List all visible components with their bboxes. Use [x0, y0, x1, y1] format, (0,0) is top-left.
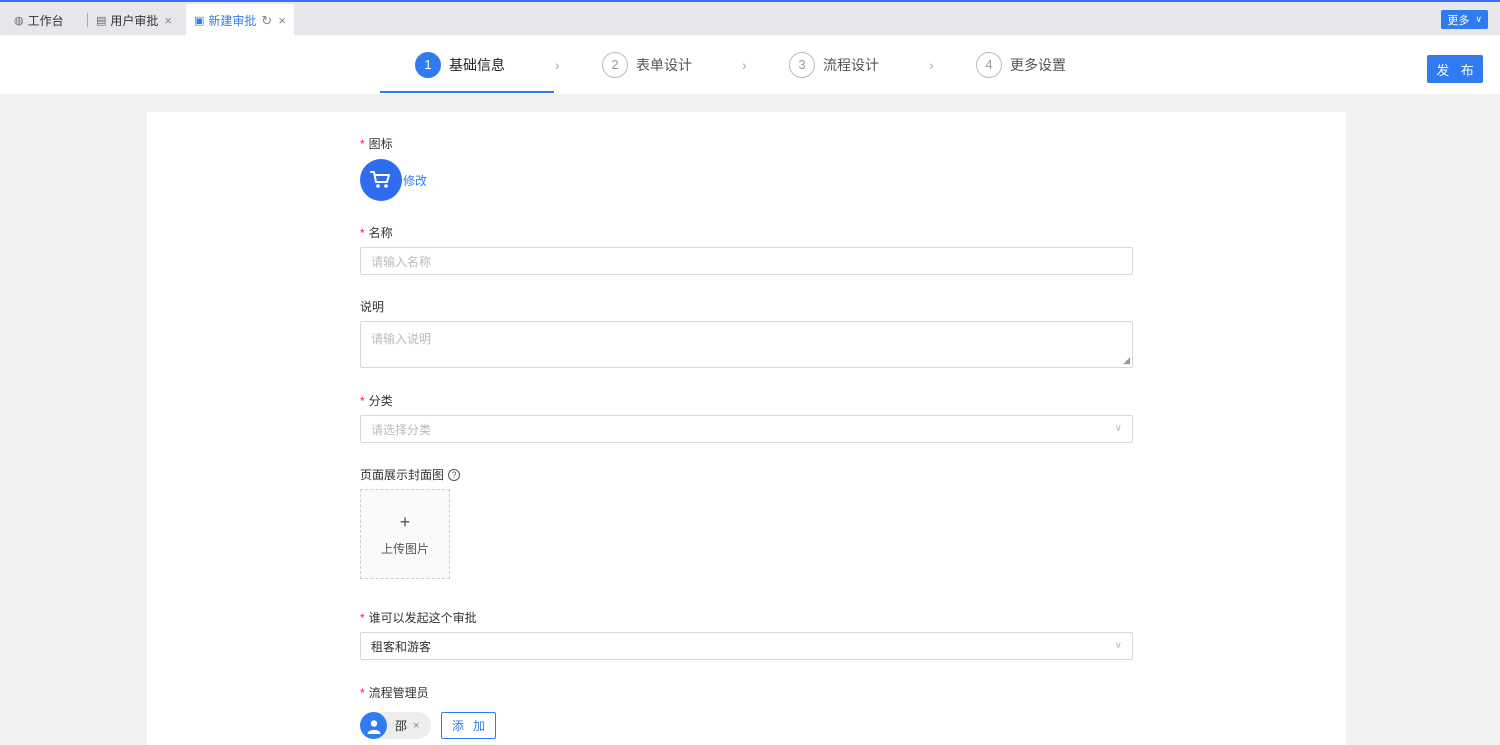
tab-new-approval[interactable]: ▣ 新建审批 ↻ ×	[186, 4, 294, 37]
close-icon[interactable]: ×	[164, 13, 172, 28]
upload-label: 上传图片	[380, 541, 429, 556]
tab-divider	[87, 13, 88, 27]
tab-label: 工作台	[27, 14, 64, 28]
label-text: 页面展示封面图	[360, 468, 445, 482]
tab-bar: ◍ 工作台 ▤ 用户审批 × ▣ 新建审批 ↻ × 更多 ∨	[0, 0, 1500, 37]
textarea-placeholder: 请输入说明	[371, 332, 432, 346]
form-card: * 图标 修改 * 名称 请输入名称 说明 请输入说明 ◢ * 分类 请选择分类…	[147, 112, 1346, 745]
cover-field-label: 页面展示封面图 ?	[360, 466, 461, 483]
chevron-down-icon: ∨	[1114, 640, 1122, 651]
document-icon: ▤	[96, 15, 107, 27]
category-field-label: * 分类	[360, 392, 393, 409]
admin-tag: 邵 ×	[360, 712, 431, 739]
select-placeholder: 请选择分类	[371, 422, 432, 437]
more-label: 更多	[1447, 14, 1470, 27]
dashboard-icon: ◍	[14, 15, 24, 27]
required-mark: *	[360, 610, 365, 625]
admin-field-label: * 流程管理员	[360, 684, 429, 701]
tab-workbench[interactable]: ◍ 工作台	[14, 4, 64, 37]
step-more-settings[interactable]: 4 更多设置	[976, 35, 1066, 94]
required-mark: *	[360, 225, 365, 240]
close-icon[interactable]: ×	[413, 720, 419, 732]
required-mark: *	[360, 393, 365, 408]
upload-image-button[interactable]: + 上传图片	[360, 489, 450, 579]
step-label: 基础信息	[449, 56, 505, 73]
modify-icon-link[interactable]: 修改	[403, 172, 427, 189]
resize-handle-icon[interactable]: ◢	[1123, 355, 1130, 366]
form-icon: ▣	[194, 15, 205, 27]
step-number: 2	[602, 51, 628, 78]
initiator-select[interactable]: 租客和游客 ∨	[360, 632, 1133, 660]
label-text: 分类	[368, 394, 393, 408]
admin-tag-name: 邵	[395, 719, 408, 733]
step-process-design[interactable]: 3 流程设计	[789, 35, 879, 94]
step-label: 表单设计	[636, 56, 692, 73]
step-form-design[interactable]: 2 表单设计	[602, 35, 692, 94]
chevron-right-icon: ›	[555, 57, 560, 73]
step-number: 3	[789, 51, 815, 78]
required-mark: *	[360, 685, 365, 700]
description-field-label: 说明	[360, 298, 384, 315]
help-icon[interactable]: ?	[448, 468, 461, 481]
step-number: 4	[976, 51, 1002, 78]
active-step-indicator	[380, 91, 554, 93]
label-text: 说明	[360, 300, 385, 314]
user-avatar-icon	[360, 712, 387, 739]
label-text: 名称	[368, 226, 393, 240]
step-number: 1	[415, 51, 441, 78]
step-bar: 1 基础信息 › 2 表单设计 › 3 流程设计 › 4 更多设置 发 布	[0, 35, 1500, 94]
refresh-icon[interactable]: ↻	[261, 13, 272, 29]
tab-label: 新建审批	[208, 14, 257, 28]
step-label: 更多设置	[1010, 56, 1066, 73]
select-value: 租客和游客	[371, 639, 432, 654]
category-select[interactable]: 请选择分类 ∨	[360, 415, 1133, 443]
chevron-right-icon: ›	[929, 57, 934, 73]
publish-button[interactable]: 发 布	[1427, 55, 1483, 83]
close-icon[interactable]: ×	[278, 13, 286, 28]
label-text: 谁可以发起这个审批	[368, 611, 477, 625]
more-button[interactable]: 更多 ∨	[1441, 10, 1488, 29]
initiator-field-label: * 谁可以发起这个审批	[360, 609, 477, 626]
name-input[interactable]: 请输入名称	[360, 247, 1133, 275]
chevron-right-icon: ›	[742, 57, 747, 73]
tab-user-approval[interactable]: ▤ 用户审批 ×	[96, 4, 172, 37]
step-label: 流程设计	[823, 56, 879, 73]
step-basic-info[interactable]: 1 基础信息	[415, 35, 505, 94]
name-field-label: * 名称	[360, 224, 393, 241]
cart-icon[interactable]	[360, 159, 402, 201]
label-text: 图标	[368, 137, 393, 151]
icon-field-label: * 图标	[360, 135, 393, 152]
plus-icon: +	[399, 511, 411, 532]
chevron-down-icon: ∨	[1114, 423, 1122, 434]
label-text: 流程管理员	[368, 686, 429, 700]
add-admin-button[interactable]: 添 加	[441, 712, 496, 739]
chevron-down-icon: ∨	[1475, 14, 1482, 24]
required-mark: *	[360, 136, 365, 151]
tab-label: 用户审批	[110, 14, 159, 28]
description-textarea[interactable]: 请输入说明 ◢	[360, 321, 1133, 368]
